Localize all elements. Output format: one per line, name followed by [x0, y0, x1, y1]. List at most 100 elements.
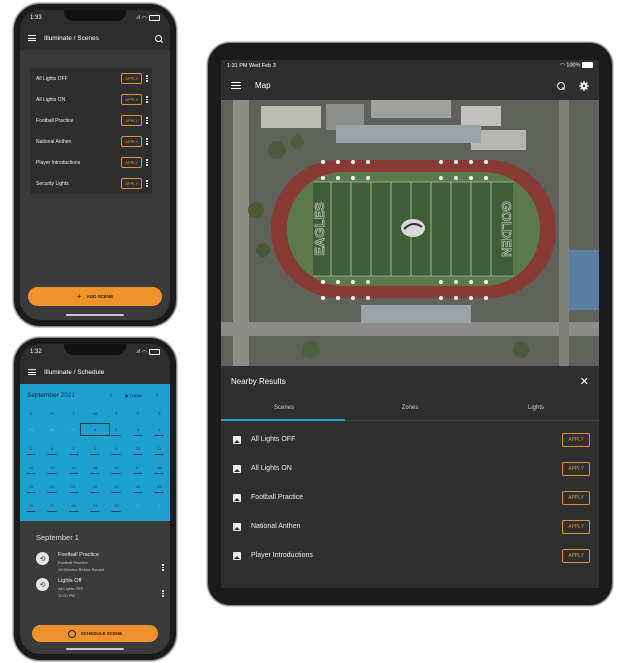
calendar-day[interactable]: 7	[63, 446, 84, 451]
scene-row[interactable]: Player Introductions APPLY	[30, 152, 152, 173]
calendar: September 2021 ‹ ▣ TODAY › SMTWTFS 29 30 3…	[20, 384, 170, 521]
more-vert-icon[interactable]	[162, 564, 164, 571]
calendar-day[interactable]: 24	[127, 484, 148, 489]
calendar-day[interactable]: 22	[84, 484, 105, 489]
calendar-day[interactable]: 2	[106, 427, 127, 432]
calendar-day[interactable]: 12	[20, 465, 41, 470]
more-vert-icon[interactable]	[146, 138, 148, 145]
calendar-day[interactable]: 2	[149, 503, 170, 508]
menu-icon[interactable]	[28, 35, 36, 41]
apply-button[interactable]: APPLY	[562, 490, 590, 505]
apply-button[interactable]: APPLY	[121, 157, 142, 168]
more-vert-icon[interactable]	[146, 75, 148, 82]
weekday-label: S	[157, 410, 161, 416]
calendar-day[interactable]: 5	[20, 446, 41, 451]
calendar-day[interactable]: 1	[127, 503, 148, 508]
apply-button[interactable]: APPLY	[121, 136, 142, 147]
result-label: National Anthen	[251, 523, 301, 530]
calendar-day[interactable]: 10	[127, 446, 148, 451]
calendar-day[interactable]: 30	[41, 427, 62, 432]
calendar-week: 26 27 28 29 30 1 2	[20, 496, 170, 515]
clock-icon	[67, 629, 76, 638]
weekday-label: T	[72, 410, 75, 416]
apply-button[interactable]: APPLY	[121, 73, 142, 84]
calendar-day[interactable]: 1	[80, 423, 110, 436]
calendar-day[interactable]: 15	[84, 465, 105, 470]
calendar-day[interactable]: 21	[63, 484, 84, 489]
result-row[interactable]: All Lights ON APPLY	[221, 454, 599, 483]
phone-schedule: 1:32 .ıl ◠ Illuminate / Schedule Septembe…	[14, 338, 176, 660]
map-imagery: EAGLES GOLDEN	[221, 100, 599, 366]
calendar-day[interactable]: 20	[41, 484, 62, 489]
scene-row[interactable]: All Lights ON APPLY	[30, 89, 152, 110]
apply-button[interactable]: APPLY	[562, 519, 590, 534]
satellite-map[interactable]: EAGLES GOLDEN	[221, 100, 599, 366]
event-item[interactable]: ⟲ Football Practice Football Practice 15 Mi…	[20, 546, 170, 572]
result-row[interactable]: Football Practice APPLY	[221, 483, 599, 512]
gear-icon[interactable]	[579, 80, 589, 91]
calendar-day[interactable]: 11	[149, 446, 170, 451]
close-icon[interactable]: ✕	[580, 375, 589, 388]
apply-button[interactable]: APPLY	[562, 461, 590, 476]
menu-icon[interactable]	[28, 369, 36, 375]
tab-zones[interactable]: Zones	[347, 405, 473, 411]
event-title: Football Practice	[58, 552, 99, 558]
more-vert-icon[interactable]	[162, 590, 164, 597]
calendar-day[interactable]: 29	[84, 503, 105, 508]
phone-scenes: 1:33 .ıl ◠ Illuminate / Scenes All Lights…	[14, 4, 176, 326]
scene-row[interactable]: Security Lights APPLY	[30, 173, 152, 194]
more-vert-icon[interactable]	[146, 180, 148, 187]
calendar-day[interactable]: 31	[63, 427, 84, 432]
chevron-left-icon[interactable]: ‹	[105, 392, 117, 399]
apply-button[interactable]: APPLY	[562, 548, 590, 563]
apply-button[interactable]: APPLY	[121, 94, 142, 105]
calendar-day[interactable]: 14	[63, 465, 84, 470]
calendar-day[interactable]: 16	[106, 465, 127, 470]
scene-row[interactable]: National Anthen APPLY	[30, 131, 152, 152]
more-vert-icon[interactable]	[146, 96, 148, 103]
event-scene: All Lights OFF	[58, 586, 84, 591]
calendar-day[interactable]: 26	[20, 503, 41, 508]
event-item[interactable]: ⟲ Lights Off All Lights OFF 11:00 PM	[20, 572, 170, 598]
add-scene-button[interactable]: + ADD SCENE	[28, 287, 162, 306]
calendar-day[interactable]: 18	[149, 465, 170, 470]
more-vert-icon[interactable]	[146, 159, 148, 166]
apply-button[interactable]: APPLY	[121, 115, 142, 126]
tab-scenes[interactable]: Scenes	[221, 405, 347, 411]
tab-lights[interactable]: Lights	[473, 405, 599, 411]
calendar-day[interactable]: 29	[20, 427, 41, 432]
result-row[interactable]: All Lights OFF APPLY	[221, 425, 599, 454]
scene-row[interactable]: Football Practice APPLY	[30, 110, 152, 131]
calendar-day[interactable]: 8	[84, 446, 105, 451]
search-icon[interactable]	[557, 81, 565, 90]
calendar-day[interactable]: 13	[41, 465, 62, 470]
calendar-day[interactable]: 30	[106, 503, 127, 508]
calendar-day[interactable]: 9	[106, 446, 127, 451]
result-row[interactable]: Player Introductions APPLY	[221, 541, 599, 570]
apply-button[interactable]: APPLY	[562, 432, 590, 447]
search-icon[interactable]	[155, 34, 162, 42]
calendar-day[interactable]: 4	[149, 427, 170, 432]
panel-title: Nearby Results	[231, 376, 286, 386]
battery-icon	[149, 349, 160, 355]
more-vert-icon[interactable]	[146, 117, 148, 124]
calendar-day[interactable]: 3	[127, 427, 148, 432]
plus-icon: +	[76, 292, 82, 301]
image-icon	[233, 435, 241, 444]
schedule-scene-button[interactable]: SCHEDULE SCENE	[32, 625, 158, 642]
calendar-day[interactable]: 27	[41, 503, 62, 508]
calendar-day[interactable]: 17	[127, 465, 148, 470]
calendar-day[interactable]: 23	[106, 484, 127, 489]
status-time: 1:31 PM Wed Feb 3	[227, 62, 276, 69]
scene-row[interactable]: All Lights OFF APPLY	[30, 68, 152, 89]
result-row[interactable]: National Anthen APPLY	[221, 512, 599, 541]
calendar-day[interactable]: 19	[20, 484, 41, 489]
tablet-map: 1:31 PM Wed Feb 3 ◠ 100% Map EAGLES GOLD…	[208, 43, 612, 605]
calendar-day[interactable]: 25	[149, 484, 170, 489]
apply-button[interactable]: APPLY	[121, 178, 142, 189]
calendar-day[interactable]: 28	[63, 503, 84, 508]
menu-icon[interactable]	[231, 82, 241, 89]
calendar-day[interactable]: 6	[41, 446, 62, 451]
chevron-right-icon[interactable]: ›	[151, 392, 163, 399]
today-button[interactable]: ▣ TODAY	[125, 393, 143, 398]
